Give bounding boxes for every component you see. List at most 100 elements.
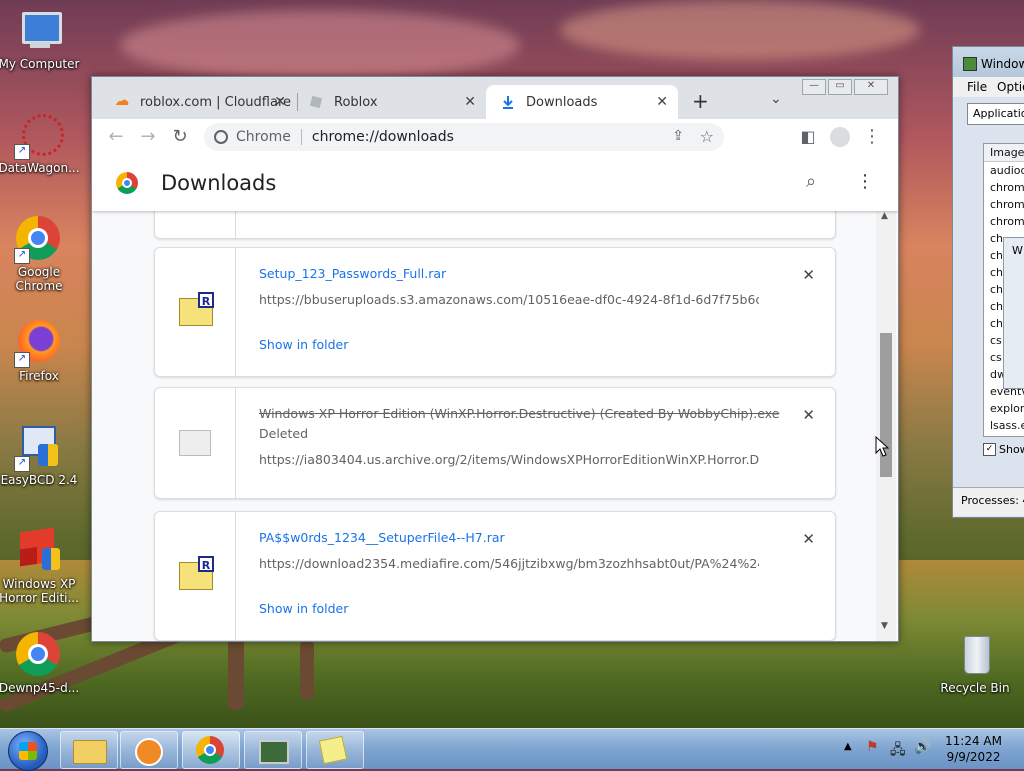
small-dialog[interactable]: W [1003, 237, 1024, 389]
tab-applications[interactable]: Application [973, 107, 1024, 120]
remove-download-icon[interactable]: ✕ [802, 530, 815, 548]
taskbar-chrome-button[interactable] [182, 731, 240, 769]
roblox-icon [308, 94, 324, 110]
taskbar-explorer-button[interactable] [60, 731, 118, 769]
show-hidden-icons-icon[interactable]: ▲ [844, 741, 852, 752]
download-filename-link[interactable]: Setup_123_Passwords_Full.rar [259, 266, 446, 281]
task-manager-window[interactable]: Window File Optio Application Image audi… [952, 46, 1024, 518]
back-button[interactable]: ← [106, 127, 126, 147]
taskbar-media-player-button[interactable] [120, 731, 178, 769]
process-row[interactable]: chrome [984, 179, 1024, 196]
system-clock[interactable]: 11:24 AM 9/9/2022 [945, 733, 1002, 765]
volume-icon[interactable]: 🔊 [914, 739, 931, 755]
desktop-icon-label: Windows XP Horror Editi... [0, 577, 79, 605]
menu-file[interactable]: File [967, 80, 987, 94]
chrome-icon [196, 736, 224, 764]
chrome-window[interactable]: roblox.com | Cloudflare ✕ Roblox ✕ Downl… [91, 76, 899, 642]
chrome-logo-icon [116, 172, 138, 194]
desktop-icon-google-chrome[interactable]: ↗ Google Chrome [0, 216, 81, 293]
browser-menu-icon[interactable]: ⋮ [862, 127, 882, 147]
action-center-flag-icon[interactable]: ⚑ [866, 739, 879, 755]
fence-post [228, 630, 244, 710]
close-tab-icon[interactable]: ✕ [274, 94, 286, 110]
start-button[interactable] [8, 731, 48, 771]
desktop-icon-label: My Computer [0, 57, 80, 71]
process-row[interactable]: explore [984, 400, 1024, 417]
desktop-icon-datawagon[interactable]: ↗ DataWagon... [0, 112, 81, 175]
computer-icon [16, 8, 62, 54]
search-downloads-icon[interactable]: ⌕ [806, 171, 816, 192]
downloads-header: Downloads ⌕ ⋮ [92, 155, 898, 211]
folder-icon [73, 740, 107, 764]
taskbar-task-manager-button[interactable] [244, 731, 302, 769]
exe-file-icon [179, 430, 211, 456]
desktop-icon-easybcd[interactable]: ↗ EasyBCD 2.4 [0, 424, 81, 487]
process-row[interactable]: chrome [984, 213, 1024, 230]
menu-options[interactable]: Optio [997, 80, 1024, 94]
desktop-icon-label: Recycle Bin [940, 681, 1010, 695]
media-player-icon [135, 738, 163, 766]
taskbar: ▲ ⚑ 🖧 🔊 11:24 AM 9/9/2022 [0, 728, 1024, 771]
minimize-button[interactable]: — [802, 79, 826, 95]
show-in-folder-link[interactable]: Show in folder [259, 337, 348, 352]
download-source-url[interactable]: https://download2354.mediafire.com/546jj… [259, 556, 759, 571]
reload-button[interactable]: ↻ [170, 127, 190, 147]
desktop-icon-my-computer[interactable]: My Computer [0, 8, 81, 71]
remove-download-icon[interactable]: ✕ [802, 266, 815, 284]
scroll-up-arrow-icon[interactable]: ▲ [881, 211, 888, 221]
page-scrollbar[interactable]: ▲ ▼ [876, 211, 896, 641]
desktop-icon-label: Google Chrome [15, 265, 63, 293]
download-item: Setup_123_Passwords_Full.rar https://bbu… [154, 247, 836, 377]
desktop-icon-label: Dewnp45-d... [0, 681, 80, 695]
tab-downloads[interactable]: Downloads ✕ [486, 85, 678, 119]
close-tab-icon[interactable]: ✕ [656, 94, 668, 110]
firefox-icon: ↗ [14, 320, 62, 368]
download-item-deleted: Windows XP Horror Edition (WinXP.Horror.… [154, 387, 836, 499]
tab-roblox[interactable]: Roblox ✕ [294, 85, 486, 119]
easybcd-icon: ↗ [14, 424, 62, 472]
share-icon[interactable]: ⇪ [672, 128, 684, 144]
tab-cloudflare[interactable]: roblox.com | Cloudflare ✕ [100, 85, 296, 119]
side-panel-icon[interactable]: ◧ [798, 127, 818, 147]
remove-download-icon[interactable]: ✕ [802, 406, 815, 424]
desktop-icon-dewnp45[interactable]: Dewnp45-d... [0, 632, 81, 695]
network-icon[interactable]: 🖧 [890, 739, 906, 763]
close-tab-icon[interactable]: ✕ [464, 94, 476, 110]
desktop-icon-firefox[interactable]: ↗ Firefox [0, 320, 81, 383]
desktop-icon-winxp-horror[interactable]: Windows XP Horror Editi... [0, 527, 81, 605]
rar-file-icon [179, 556, 214, 590]
process-row[interactable]: lsass.e [984, 417, 1024, 434]
download-source-url[interactable]: https://ia803404.us.archive.org/2/items/… [259, 452, 759, 467]
profile-avatar[interactable] [830, 127, 850, 147]
download-item: PA$$w0rds_1234__SetuperFile4--H7.rar htt… [154, 511, 836, 641]
process-row[interactable]: audiodg [984, 162, 1024, 179]
new-tab-button[interactable]: + [692, 91, 709, 111]
omnibox-url: chrome://downloads [311, 129, 454, 145]
chrome-page-icon [214, 130, 228, 144]
desktop-icon-recycle-bin[interactable]: Recycle Bin [933, 632, 1017, 695]
rar-file-icon [179, 292, 214, 326]
download-source-url[interactable]: https://bbuseruploads.s3.amazonaws.com/1… [259, 292, 759, 307]
show-in-folder-link[interactable]: Show in folder [259, 601, 348, 616]
windows-logo-icon [19, 742, 37, 760]
datawagon-icon: ↗ [14, 112, 64, 160]
cloudflare-icon [114, 94, 130, 110]
scroll-down-arrow-icon[interactable]: ▼ [881, 621, 888, 631]
forward-button[interactable]: → [138, 127, 158, 147]
taskbar-notes-button[interactable] [306, 731, 364, 769]
bookmark-star-icon[interactable]: ☆ [700, 127, 714, 146]
column-header-image[interactable]: Image [984, 144, 1024, 162]
download-status: Deleted [259, 426, 309, 441]
maximize-button[interactable]: ▭ [828, 79, 852, 95]
downloads-menu-icon[interactable]: ⋮ [856, 171, 874, 192]
recycle-bin-icon [952, 632, 998, 678]
process-row[interactable]: chrome [984, 196, 1024, 213]
show-checkbox[interactable]: ✓ [983, 443, 996, 456]
task-manager-icon [963, 57, 977, 71]
close-window-button[interactable]: ✕ [854, 79, 888, 95]
desktop-icon-label: DataWagon... [0, 161, 80, 175]
tab-label: Roblox [334, 94, 378, 110]
tab-search-chevron-icon[interactable]: ⌄ [770, 91, 782, 107]
download-filename-link[interactable]: PA$$w0rds_1234__SetuperFile4--H7.rar [259, 530, 505, 545]
omnibox[interactable]: Chrome chrome://downloads ⇪ ☆ [204, 123, 724, 151]
